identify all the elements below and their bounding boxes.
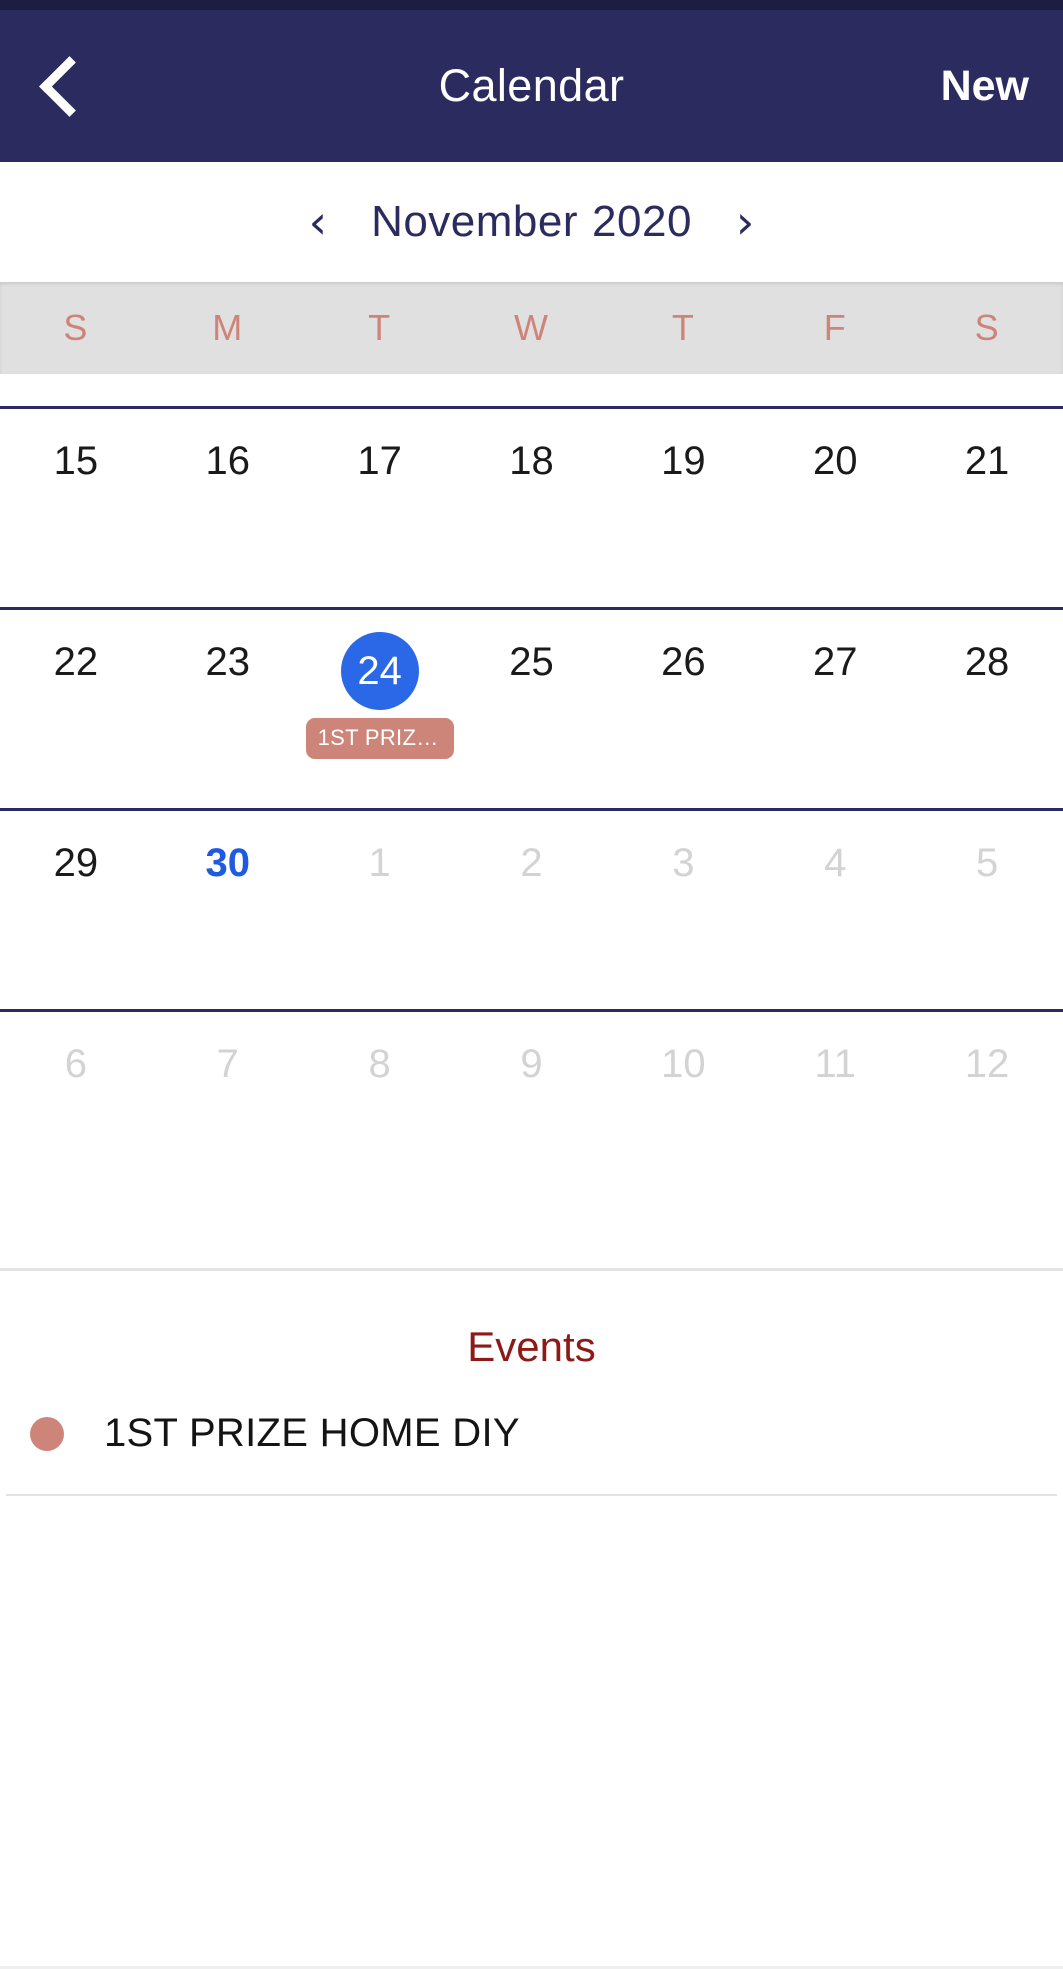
day-number: 21 <box>964 439 1010 483</box>
day-number: 16 <box>205 439 251 483</box>
day-number: 15 <box>53 439 99 483</box>
day-cell[interactable]: 1 <box>304 811 456 1009</box>
weekday-label: F <box>823 307 847 348</box>
day-cell[interactable]: 17 <box>304 409 456 607</box>
day-cell[interactable]: 6 <box>0 1012 152 1210</box>
weekday-label: W <box>514 307 549 348</box>
calendar-grid: 15 16 17 18 19 20 21 22 23 24 1ST PRIZE... 25 26 27 28… <box>0 374 1063 1210</box>
back-button[interactable] <box>16 10 112 162</box>
day-cell[interactable]: 30 <box>152 811 304 1009</box>
event-color-dot-icon <box>30 1416 64 1451</box>
day-number: 10 <box>661 1042 706 1086</box>
weekday-label: S <box>63 307 89 348</box>
day-cell[interactable]: 20 <box>759 409 911 607</box>
day-number: 24 <box>340 632 419 710</box>
day-number: 4 <box>824 841 847 885</box>
day-cell[interactable]: 26 <box>607 610 759 808</box>
day-cell[interactable]: 25 <box>456 610 608 808</box>
month-label: November <box>371 197 579 246</box>
day-number: 5 <box>975 841 999 885</box>
day-cell[interactable]: 24 1ST PRIZE... <box>304 610 456 808</box>
previous-month-button[interactable]: ‹ <box>295 193 341 251</box>
calendar-week-row: 22 23 24 1ST PRIZE... 25 26 27 28 <box>0 607 1063 808</box>
day-number: 20 <box>812 439 858 483</box>
status-bar-strip <box>0 0 1063 10</box>
day-number: 8 <box>368 1042 391 1086</box>
day-cell[interactable]: 7 <box>152 1012 304 1210</box>
day-cell[interactable]: 12 <box>911 1012 1063 1210</box>
day-cell[interactable]: 9 <box>456 1012 608 1210</box>
day-number: 7 <box>216 1042 239 1086</box>
events-heading: Events <box>467 1323 596 1370</box>
day-number: 12 <box>964 1042 1010 1086</box>
events-section: Events 1ST PRIZE HOME DIY <box>0 1210 1063 1969</box>
new-event-button[interactable]: New <box>941 10 1029 162</box>
day-number: 11 <box>814 1042 856 1086</box>
day-number: 29 <box>53 841 99 885</box>
events-list: 1ST PRIZE HOME DIY <box>0 1371 1063 1496</box>
weekday-label: S <box>974 307 1000 348</box>
year-label: 2020 <box>592 197 692 246</box>
day-cell[interactable]: 28 <box>911 610 1063 808</box>
month-navigator: ‹ November 2020 › <box>0 162 1063 282</box>
day-cell[interactable]: 3 <box>607 811 759 1009</box>
weekday-label: T <box>671 307 695 348</box>
day-number: 28 <box>964 640 1010 684</box>
next-month-button[interactable]: › <box>722 193 768 251</box>
weekday-label: T <box>368 307 392 348</box>
weekday-header-row: SMTWTFS <box>0 282 1063 374</box>
day-cell[interactable]: 18 <box>456 409 608 607</box>
event-title: 1ST PRIZE HOME DIY <box>104 1411 520 1455</box>
day-number: 17 <box>357 439 402 483</box>
day-cell[interactable]: 19 <box>607 409 759 607</box>
day-cell[interactable]: 5 <box>911 811 1063 1009</box>
day-number: 26 <box>661 640 706 684</box>
chevron-left-icon <box>38 55 100 117</box>
day-cell[interactable]: 2 <box>456 811 608 1009</box>
event-list-item[interactable]: 1ST PRIZE HOME DIY <box>0 1371 1063 1494</box>
day-number: 25 <box>509 640 554 684</box>
day-number: 27 <box>812 640 858 684</box>
day-cell[interactable]: 15 <box>0 409 152 607</box>
month-year-label: November 2020 <box>371 197 692 247</box>
day-cell[interactable]: 8 <box>304 1012 456 1210</box>
day-number: 22 <box>53 640 99 684</box>
day-number: 23 <box>205 640 251 684</box>
day-cell[interactable]: 11 <box>759 1012 911 1210</box>
day-number: 6 <box>64 1042 88 1086</box>
day-number: 9 <box>520 1042 543 1086</box>
day-cell[interactable]: 16 <box>152 409 304 607</box>
event-divider <box>6 1494 1057 1496</box>
app-bar: Calendar New <box>0 10 1063 162</box>
day-number: 1 <box>368 841 391 885</box>
day-event-chip[interactable]: 1ST PRIZE... <box>305 718 454 759</box>
day-cell[interactable]: 4 <box>759 811 911 1009</box>
day-number: 19 <box>661 439 706 483</box>
day-cell[interactable]: 29 <box>0 811 152 1009</box>
calendar-week-row: 29 30 1 2 3 4 5 <box>0 808 1063 1009</box>
day-cell[interactable]: 10 <box>607 1012 759 1210</box>
calendar-week-row: 15 16 17 18 19 20 21 <box>0 406 1063 607</box>
day-number: 2 <box>520 841 543 885</box>
day-cell[interactable]: 27 <box>759 610 911 808</box>
day-number: 18 <box>509 439 554 483</box>
calendar-screen: Calendar New ‹ November 2020 › SMTWTFS 15… <box>0 0 1063 1969</box>
calendar-week-row: 6 7 8 9 10 11 12 <box>0 1009 1063 1210</box>
weekday-label: M <box>212 307 244 348</box>
day-cell[interactable]: 23 <box>152 610 304 808</box>
day-number: 30 <box>205 841 251 885</box>
day-number: 3 <box>672 841 695 885</box>
day-cell[interactable]: 21 <box>911 409 1063 607</box>
page-title: Calendar <box>438 60 625 111</box>
day-cell[interactable]: 22 <box>0 610 152 808</box>
